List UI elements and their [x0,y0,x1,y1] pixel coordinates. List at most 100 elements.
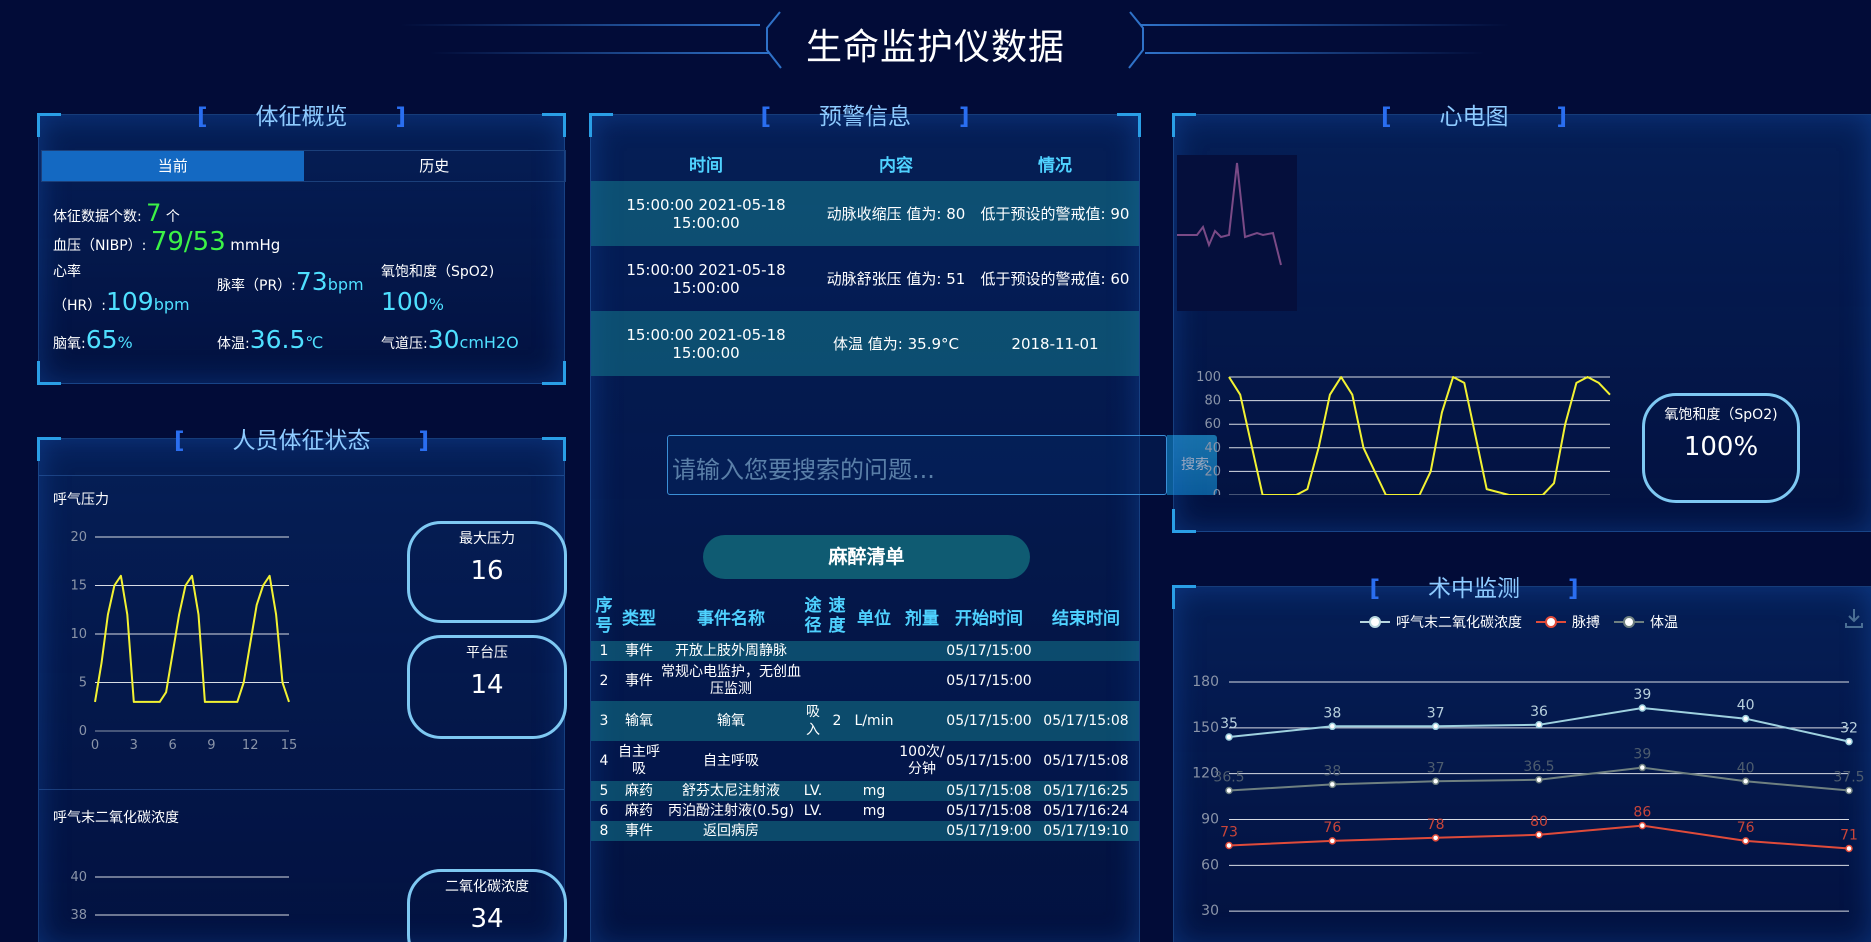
data-label: 76 [1323,820,1341,836]
data-label: 39 [1633,747,1651,763]
y-tick-label: 10 [70,627,87,642]
data-label: 86 [1633,805,1651,821]
anes-header: 事件名称 [697,608,765,629]
data-label: 32 [1840,721,1858,737]
data-label: 73 [1220,824,1238,840]
legend-pulse[interactable]: 脉搏 [1536,612,1600,632]
y-tick-label: 0 [1213,488,1221,495]
series-point [1431,777,1440,786]
data-label: 35 [1220,716,1238,732]
warning-table: 时间 内容 情况 15:00:00 2021-05-18 15:00:00 动脉收… [591,145,1139,376]
x-tick-label: 6 [168,738,176,753]
y-tick-label: 60 [1201,857,1219,873]
data-label: 38 [1323,763,1341,779]
bp-value: 79/53 [150,227,226,257]
x-tick-label: 15 [281,738,298,753]
hr-row: （HR）:109bpm [53,287,190,316]
legend-etco2[interactable]: 呼气末二氧化碳浓度 [1360,612,1522,632]
overview-panel: [体征概览] 当前 历史 体征数据个数: 7 个 血压（NIBP）: 79/53… [37,104,566,385]
series-point [1328,780,1337,789]
warning-header-time: 时间 [689,155,723,176]
warning-header-status: 情况 [1038,155,1072,176]
series-point [1328,837,1337,845]
warning-title: [预警信息] [760,104,970,130]
overview-title: [体征概览] [196,104,407,130]
warning-row: 15:00:00 2021-05-18 15:00:00 体温 值为: 35.9°… [591,311,1139,376]
hr-label: 心率 [53,264,81,280]
platform-pressure-box: 平台压 14 [407,635,567,739]
anes-row: 6 麻药 丙泊酚注射液(0.5g) LV. mg 05/17/15:08 05/17/16:… [591,801,1139,821]
surgery-title: [术中监测] [1369,576,1579,602]
series-point [1741,777,1750,786]
count-row: 体征数据个数: 7 个 [53,199,180,227]
x-tick-label: 0 [91,738,99,753]
tab-current[interactable]: 当前 [42,151,304,181]
data-label: 39 [1633,687,1651,703]
data-label: 37 [1427,705,1445,721]
anes-header: 单位 [857,608,891,629]
warning-row: 15:00:00 2021-05-18 15:00:00 动脉舒张压 值为: 51… [591,246,1139,311]
chart1-label: 呼气压力 [53,492,109,508]
y-tick-label: 20 [70,530,87,545]
page-title: 生命监护仪数据 [805,27,1065,68]
temp-row: 体温:36.5℃ [217,325,324,354]
y-tick-label: 150 [1192,720,1219,736]
y-tick-label: 80 [1204,394,1221,409]
pr-row: 脉率（PR）:73bpm [217,267,364,296]
series-point [1431,834,1440,842]
y-tick-label: 30 [1201,903,1219,919]
series-point [1845,844,1853,853]
data-label: 40 [1737,698,1755,714]
series-line [1228,376,1611,495]
y-tick-label: 60 [1204,417,1221,432]
series-point [1741,714,1750,723]
anes-row: 5 麻药 舒芬太尼注射液 LV. mg 05/17/15:08 05/17/16:25 [591,781,1139,801]
anesthesia-title: 麻醉清单 [703,535,1030,579]
series-point [1225,733,1233,741]
ecg-title: [心电图] [1380,104,1568,130]
data-label: 78 [1427,817,1445,833]
tab-history[interactable]: 历史 [304,151,566,181]
status-panel: [人员体征状态] 呼气压力 0 5 10 15 20 0 3 6 9 12 15 最大压力 16 平台… [37,428,567,942]
y-tick-label: 40 [1204,441,1221,456]
anes-header: 速度 [828,596,846,636]
data-label: 40 [1737,760,1755,776]
anes-header: 类型 [622,608,656,629]
ecg-panel: [心电图] 02040608010003691215182124273033 氧… [1172,104,1871,533]
series-point [1535,831,1543,839]
spo2-label: 氧饱和度（SpO2) [381,264,495,280]
series-point [1845,786,1853,795]
data-label: 80 [1530,814,1548,830]
data-label: 71 [1840,828,1858,844]
search-input[interactable]: 请输入您要搜索的问题... [667,435,1167,495]
anes-row: 8 事件 返回病房 05/17/19:00 05/17/19:10 [591,821,1139,841]
search-placeholder: 请输入您要搜索的问题... [672,456,935,484]
y-tick-label: 20 [1204,464,1221,479]
series-point [1225,786,1233,795]
co2-chart: 40 38 [70,870,289,923]
legend-temp[interactable]: 体温 [1614,612,1678,632]
spo2-row: 100% [381,287,444,316]
data-label: 38 [1323,705,1341,721]
series-point [1535,776,1543,784]
download-icon[interactable] [1844,607,1864,629]
surgery-panel: [术中监测] 呼气末二氧化碳浓度 脉搏 体温 03060901201501803… [1172,576,1871,942]
y-tick-label: 5 [79,676,87,691]
y-tick-label: 180 [1192,674,1219,690]
series-point [1535,721,1543,729]
ecg-waveform [1177,155,1297,311]
anes-header: 序号 [595,596,613,636]
series-point [1741,837,1750,845]
anes-row: 4 自主呼吸 自主呼吸 100次/分钟 05/17/15:00 05/17/15:08 [591,741,1139,781]
data-label: 37 [1427,760,1445,776]
pressure-chart: 0 5 10 15 20 0 3 6 9 12 15 [70,530,298,753]
series-point [1328,722,1337,731]
surgery-chart: 03060901201501803538373639403236.5383736… [1192,674,1864,919]
series-point [1638,763,1647,772]
bp-row: 血压（NIBP）: 79/53 mmHg [53,227,281,257]
overview-tabs: 当前 历史 [41,150,566,182]
anes-row: 1 事件 开放上肢外周静脉 05/17/15:00 [591,641,1139,661]
max-pressure-box: 最大压力 16 [407,521,567,623]
anes-row: 2 事件 常规心电监护，无创血压监测 05/17/15:00 [591,661,1139,701]
brain-row: 脑氧:65% [53,325,133,354]
